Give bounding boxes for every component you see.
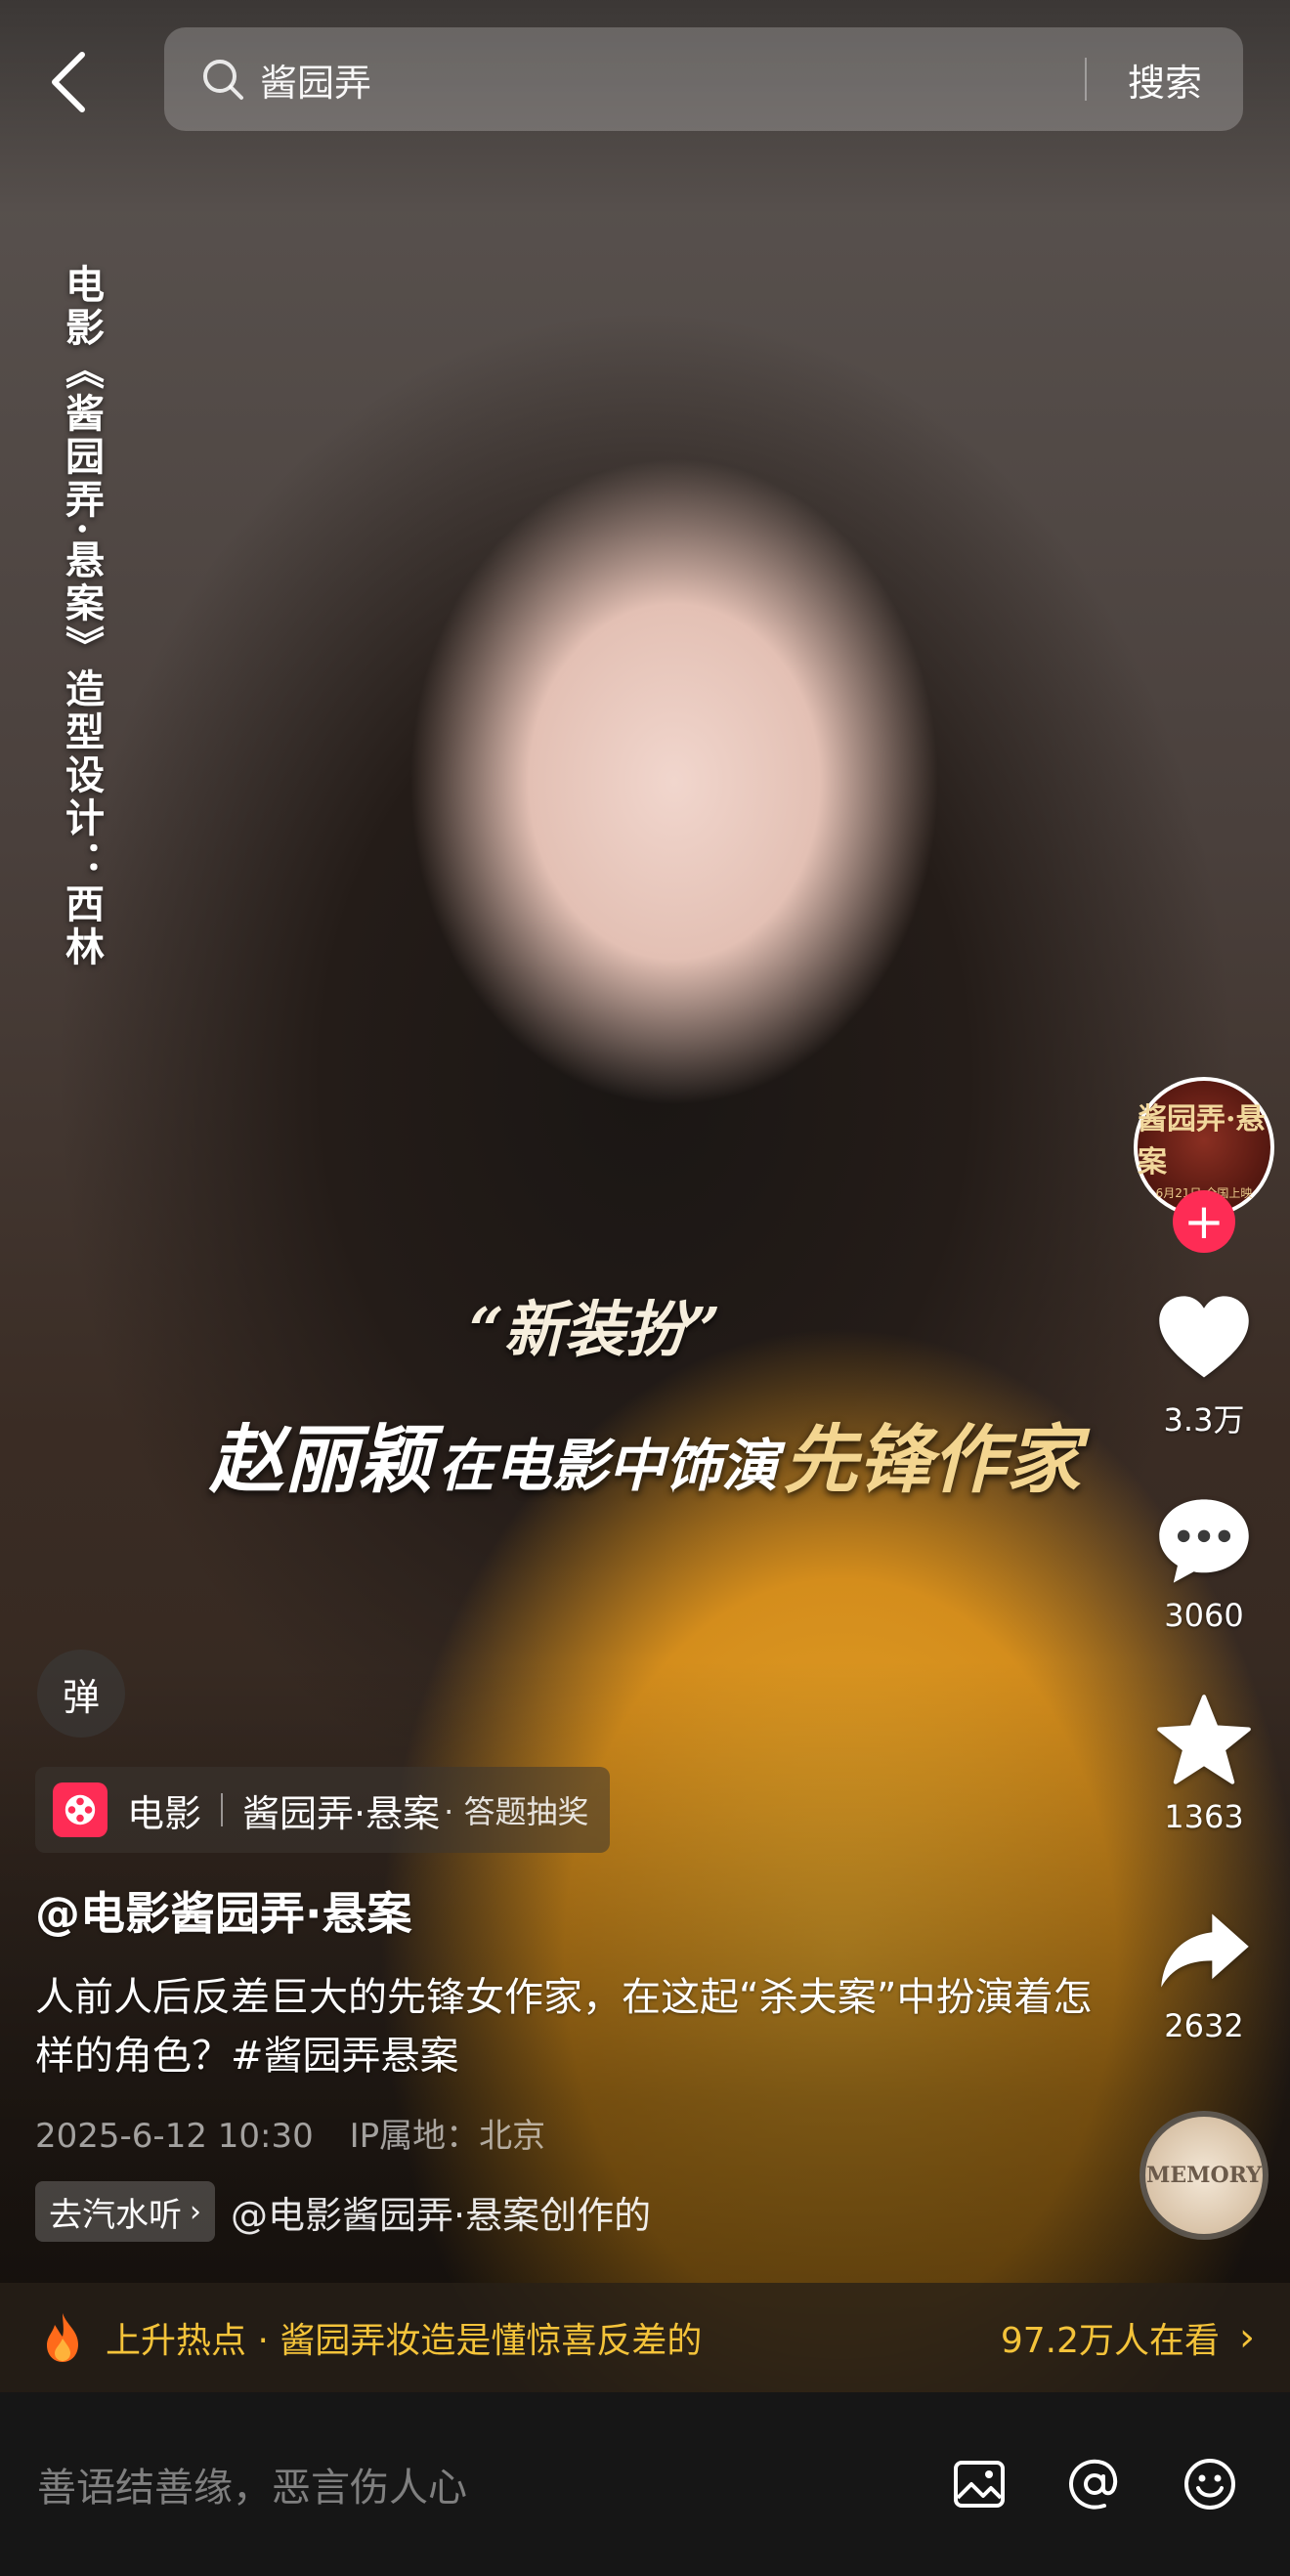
favorite-button[interactable]: 1363: [1145, 1691, 1263, 1835]
tag-title: 酱园弄·悬案: [242, 1791, 441, 1835]
comment-button[interactable]: 3060: [1145, 1489, 1263, 1634]
search-bar[interactable]: 酱园弄 搜索: [164, 27, 1243, 131]
post-ip-location: IP属地：北京: [349, 2117, 546, 2156]
at-sign-icon: [1068, 2459, 1118, 2510]
search-icon: [203, 60, 243, 100]
search-button[interactable]: 搜索: [1087, 53, 1243, 107]
smiley-icon: [1184, 2459, 1235, 2510]
author-name[interactable]: @电影酱园弄·悬案: [35, 1878, 411, 1943]
caption-mid: 在电影中饰演: [437, 1433, 778, 1499]
music-disc-label: MEMORY: [1146, 2163, 1262, 2188]
like-button[interactable]: 3.3万: [1145, 1288, 1263, 1440]
trending-text: 上升热点 · 酱园弄妆造是懂惊喜反差的: [106, 2321, 703, 2361]
image-picker-button[interactable]: [944, 2449, 1014, 2519]
comment-input-bar[interactable]: 善语结善缘，恶言伤人心: [0, 2392, 1290, 2576]
viewer-count: 97.2万人在看: [1000, 2321, 1220, 2361]
tag-category: 电影: [127, 1791, 202, 1835]
music-source-text[interactable]: @电影酱园弄·悬案创作的: [231, 2185, 651, 2239]
post-meta: 2025-6-12 10:30 IP属地：北京: [35, 2109, 545, 2157]
trending-bar[interactable]: 上升热点 · 酱园弄妆造是懂惊喜反差的 97.2万人在看 ›: [0, 2283, 1290, 2392]
caption-top: “新装扮”: [469, 1294, 721, 1365]
image-icon: [954, 2461, 1005, 2508]
star-icon: [1157, 1695, 1251, 1784]
back-button[interactable]: [39, 43, 98, 121]
danmu-toggle[interactable]: 弹: [37, 1650, 125, 1738]
listen-in-qishui-button[interactable]: 去汽水听 ›: [35, 2181, 215, 2242]
movie-reel-icon: [53, 1782, 108, 1837]
follow-button[interactable]: +: [1173, 1190, 1235, 1253]
caption-role: 先锋作家: [783, 1416, 1081, 1503]
vertical-credit-text: 电影《酱园弄·悬案》造型设计：西林: [59, 264, 105, 969]
chevron-right-icon: ›: [1239, 2315, 1255, 2360]
emoji-button[interactable]: [1175, 2449, 1245, 2519]
tag-extra: · 答题抽奖: [444, 1793, 589, 1830]
comment-bubble-icon: [1159, 1499, 1249, 1583]
music-disc[interactable]: MEMORY: [1140, 2111, 1268, 2240]
post-date: 2025-6-12 10:30: [35, 2117, 314, 2156]
caption-main: 赵丽颖 在电影中饰演 先锋作家: [0, 1399, 1290, 1507]
listen-chip-label: 去汽水听: [49, 2195, 182, 2235]
movie-tag-chip[interactable]: 电影 酱园弄·悬案 · 答题抽奖: [35, 1767, 611, 1853]
avatar-title: 酱园弄·悬案: [1138, 1101, 1266, 1180]
music-source-row: 去汽水听 › @电影酱园弄·悬案创作的: [35, 2181, 651, 2242]
share-button[interactable]: 2632: [1145, 1900, 1263, 2044]
caption-name: 赵丽颖: [209, 1416, 433, 1503]
chevron-left-icon: [52, 52, 85, 112]
tag-separator: [221, 1793, 224, 1826]
favorite-count: 1363: [1164, 1798, 1244, 1835]
comment-count: 3060: [1164, 1597, 1244, 1634]
post-description[interactable]: 人前人后反差巨大的先锋女作家，在这起“杀夫案”中扮演着怎样的角色？#酱园弄悬案: [35, 1968, 1110, 2085]
chevron-right-icon: ›: [190, 2194, 201, 2229]
share-arrow-icon: [1161, 1913, 1249, 1988]
like-count: 3.3万: [1163, 1401, 1245, 1438]
share-count: 2632: [1164, 2007, 1244, 2044]
search-input[interactable]: 酱园弄: [260, 53, 1085, 107]
mention-button[interactable]: [1059, 2449, 1130, 2519]
heart-icon: [1159, 1296, 1249, 1378]
comment-input[interactable]: 善语结善缘，恶言伤人心: [37, 2456, 944, 2512]
fire-icon: [47, 2313, 78, 2362]
